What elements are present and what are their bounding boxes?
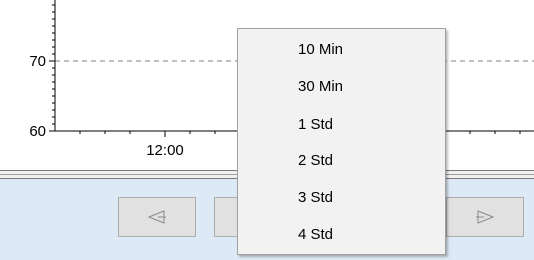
triangle-right-icon xyxy=(474,209,496,225)
menu-item-2-std[interactable]: 2 Std xyxy=(298,146,333,176)
y-tick-label-60: 60 xyxy=(29,123,46,140)
menu-item-30-min[interactable]: 30 Min xyxy=(298,72,343,102)
menu-item-3-std[interactable]: 3 Std xyxy=(298,183,333,213)
triangle-left-icon xyxy=(146,209,168,225)
y-tick-label-70: 70 xyxy=(29,53,46,70)
x-tick-label-12-00: 12:00 xyxy=(146,142,184,159)
menu-item-4-std[interactable]: 4 Std xyxy=(298,220,333,250)
menu-item-10-min[interactable]: 10 Min xyxy=(298,35,343,65)
prev-button[interactable] xyxy=(118,197,196,237)
time-range-menu: 10 Min 30 Min 1 Std 2 Std 3 Std 4 Std xyxy=(237,28,446,255)
menu-item-1-std[interactable]: 1 Std xyxy=(298,110,333,140)
next-button[interactable] xyxy=(446,197,524,237)
